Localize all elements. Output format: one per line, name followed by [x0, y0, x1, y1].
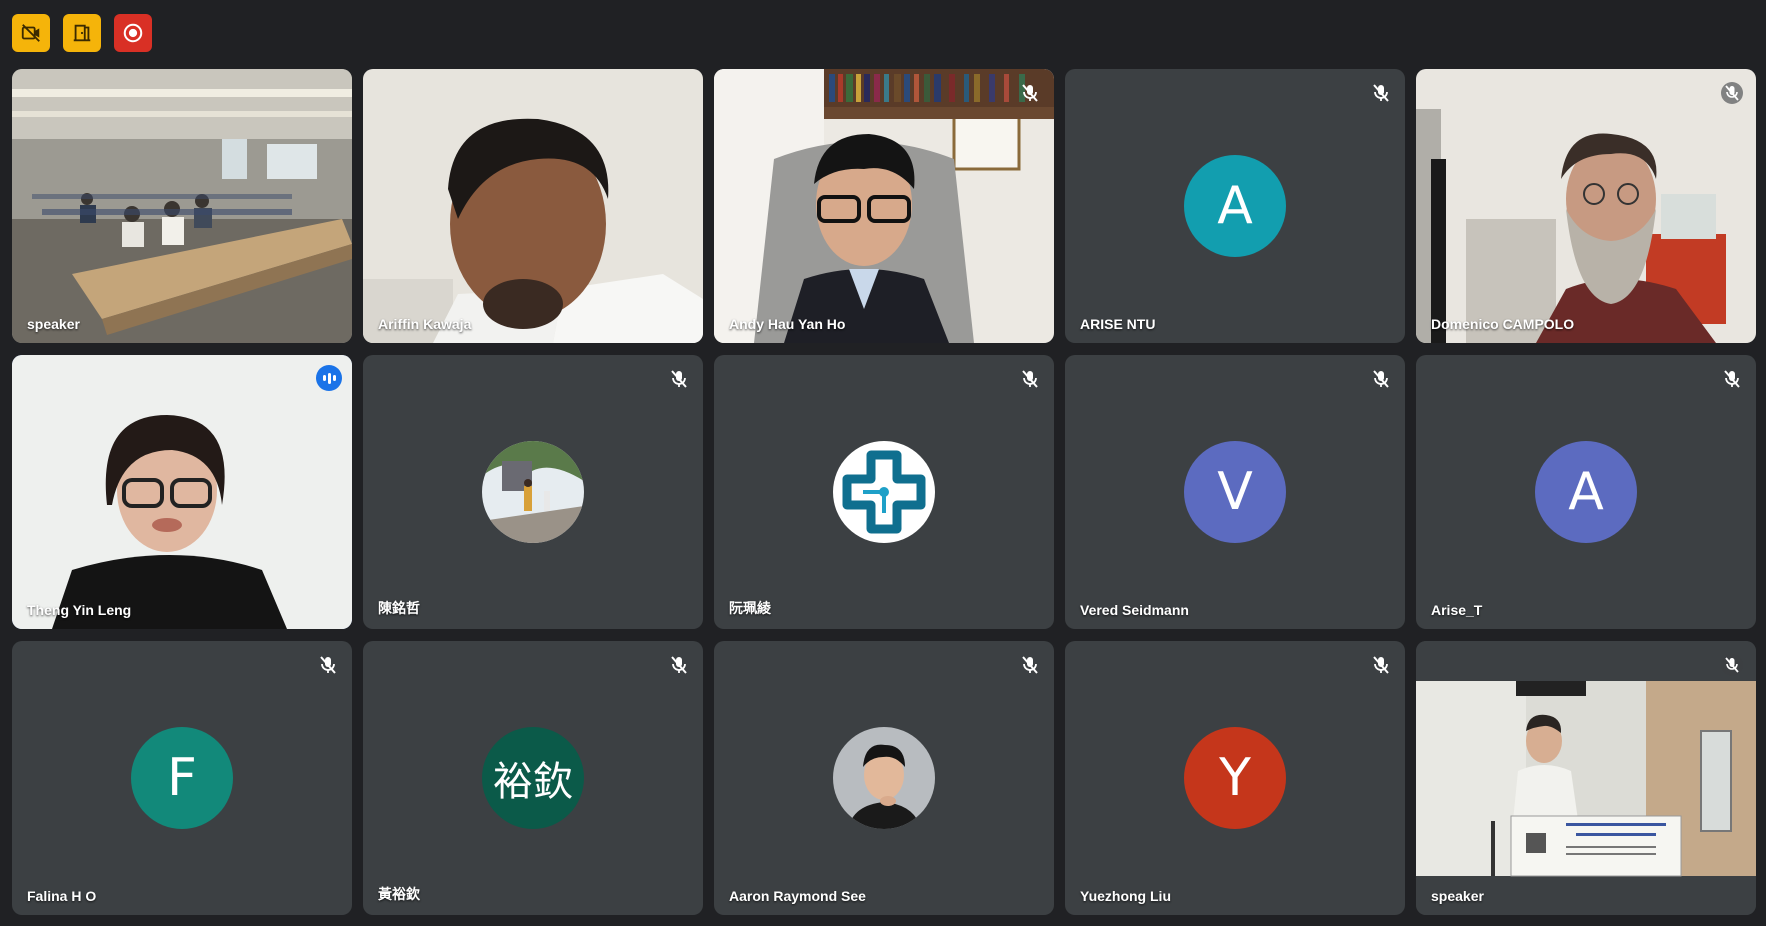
participant-name: Domenico CAMPOLO — [1431, 316, 1575, 332]
avatar-photo — [482, 441, 584, 543]
mic-off-icon — [667, 653, 691, 677]
participant-grid: speaker Ariffin Kawaja Andy Hau Yan Ho A… — [12, 69, 1756, 915]
meeting-toolbar — [12, 14, 152, 52]
video-feed-presenter — [1416, 641, 1756, 915]
participant-tile[interactable]: Y Yuezhong Liu — [1065, 641, 1405, 915]
participant-tile[interactable]: 陳銘哲 — [363, 355, 703, 629]
avatar-photo — [833, 727, 935, 829]
participant-tile[interactable]: Domenico CAMPOLO — [1416, 69, 1756, 343]
mic-off-icon — [1720, 81, 1744, 105]
avatar: 裕欽 — [482, 727, 584, 829]
video-feed-person — [12, 355, 352, 629]
participant-tile[interactable]: Andy Hau Yan Ho — [714, 69, 1054, 343]
participant-name: Ariffin Kawaja — [378, 316, 472, 332]
mic-off-icon — [1369, 367, 1393, 391]
participant-name: speaker — [27, 316, 80, 332]
speaking-indicator-icon — [316, 365, 342, 391]
participant-tile[interactable]: A ARISE NTU — [1065, 69, 1405, 343]
participant-tile[interactable]: speaker — [1416, 641, 1756, 915]
participant-tile[interactable]: V Vered Seidmann — [1065, 355, 1405, 629]
avatar-medical-cross-logo — [833, 441, 935, 543]
participant-tile-active-speaker[interactable]: Theng Yin Leng — [12, 355, 352, 629]
mic-off-icon — [1720, 653, 1744, 677]
participant-name: Yuezhong Liu — [1080, 888, 1171, 904]
video-feed-person — [714, 69, 1054, 343]
mic-off-icon — [316, 653, 340, 677]
participant-name: Vered Seidmann — [1080, 602, 1189, 618]
avatar: Y — [1184, 727, 1286, 829]
mic-off-icon — [1369, 81, 1393, 105]
participant-name: Aaron Raymond See — [729, 888, 866, 904]
record-icon[interactable] — [114, 14, 152, 52]
no-video-icon[interactable] — [12, 14, 50, 52]
participant-tile[interactable]: F Falina H O — [12, 641, 352, 915]
participant-tile[interactable]: speaker — [12, 69, 352, 343]
mic-off-icon — [1369, 653, 1393, 677]
avatar: A — [1535, 441, 1637, 543]
door-icon[interactable] — [63, 14, 101, 52]
video-feed-person — [363, 69, 703, 343]
avatar: A — [1184, 155, 1286, 257]
participant-name: 阮珮綾 — [729, 600, 771, 616]
participant-tile[interactable]: 阮珮綾 — [714, 355, 1054, 629]
participant-name: ARISE NTU — [1080, 316, 1156, 332]
participant-name: 黃裕欽 — [378, 886, 420, 902]
mic-off-icon — [667, 367, 691, 391]
participant-name: speaker — [1431, 888, 1484, 904]
avatar: V — [1184, 441, 1286, 543]
participant-tile[interactable]: Ariffin Kawaja — [363, 69, 703, 343]
video-feed-classroom — [12, 69, 352, 343]
mic-off-icon — [1720, 367, 1744, 391]
participant-tile[interactable]: A Arise_T — [1416, 355, 1756, 629]
mic-off-icon — [1018, 367, 1042, 391]
participant-name: Falina H O — [27, 888, 97, 904]
participant-name: Andy Hau Yan Ho — [729, 316, 846, 332]
participant-name: Arise_T — [1431, 602, 1483, 618]
avatar: F — [131, 727, 233, 829]
mic-off-icon — [1018, 653, 1042, 677]
participant-tile[interactable]: 裕欽 黃裕欽 — [363, 641, 703, 915]
participant-name: Theng Yin Leng — [27, 602, 132, 618]
mic-off-icon — [1018, 81, 1042, 105]
video-feed-person — [1416, 69, 1756, 343]
participant-tile[interactable]: Aaron Raymond See — [714, 641, 1054, 915]
participant-name: 陳銘哲 — [378, 600, 420, 616]
